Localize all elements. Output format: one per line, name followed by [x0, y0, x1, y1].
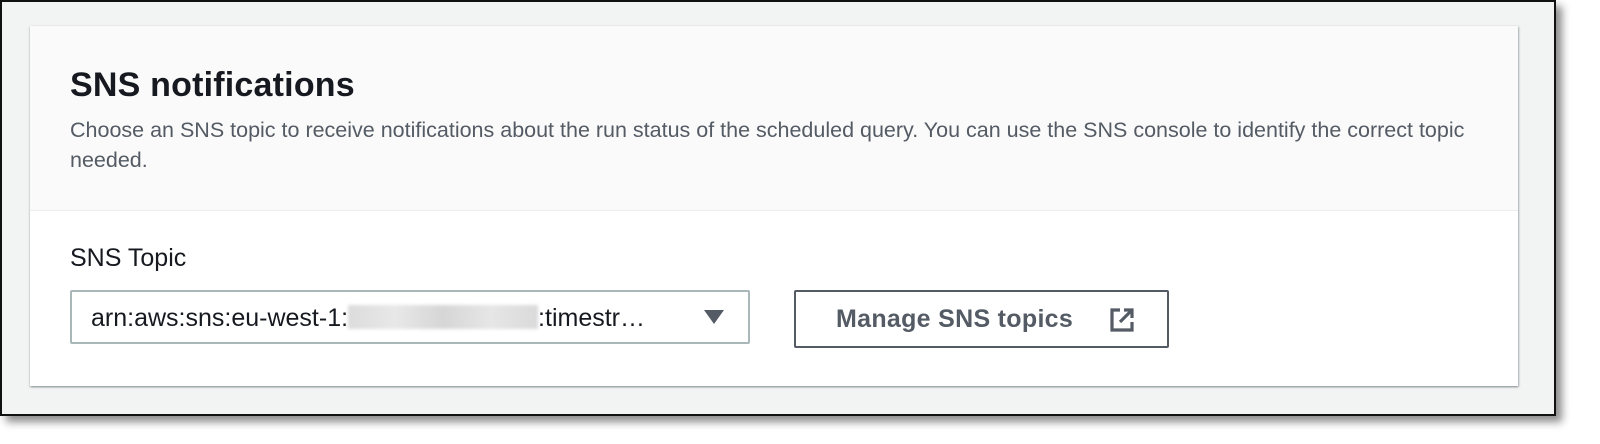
external-link-icon: [1110, 308, 1134, 332]
sns-topic-select[interactable]: arn:aws:sns:eu-west-1: :timestr…: [70, 290, 750, 344]
sns-topic-value-prefix: arn:aws:sns:eu-west-1:: [91, 304, 349, 332]
sns-topic-value: arn:aws:sns:eu-west-1: :timestr…: [91, 304, 645, 333]
screenshot-frame: SNS notifications Choose an SNS topic to…: [0, 0, 1556, 416]
sns-topic-value-suffix: :timestr…: [538, 304, 645, 332]
manage-sns-topics-label: Manage SNS topics: [836, 305, 1074, 333]
sns-topic-label: SNS Topic: [70, 244, 187, 272]
panel-title: SNS notifications: [70, 66, 355, 104]
sns-notifications-panel: SNS notifications Choose an SNS topic to…: [30, 26, 1518, 386]
redacted-account-id: [348, 305, 539, 329]
panel-header: SNS notifications Choose an SNS topic to…: [30, 26, 1518, 211]
panel-description: Choose an SNS topic to receive notificat…: [70, 118, 1465, 172]
caret-down-icon: [704, 310, 724, 324]
manage-sns-topics-button[interactable]: Manage SNS topics: [794, 290, 1169, 348]
